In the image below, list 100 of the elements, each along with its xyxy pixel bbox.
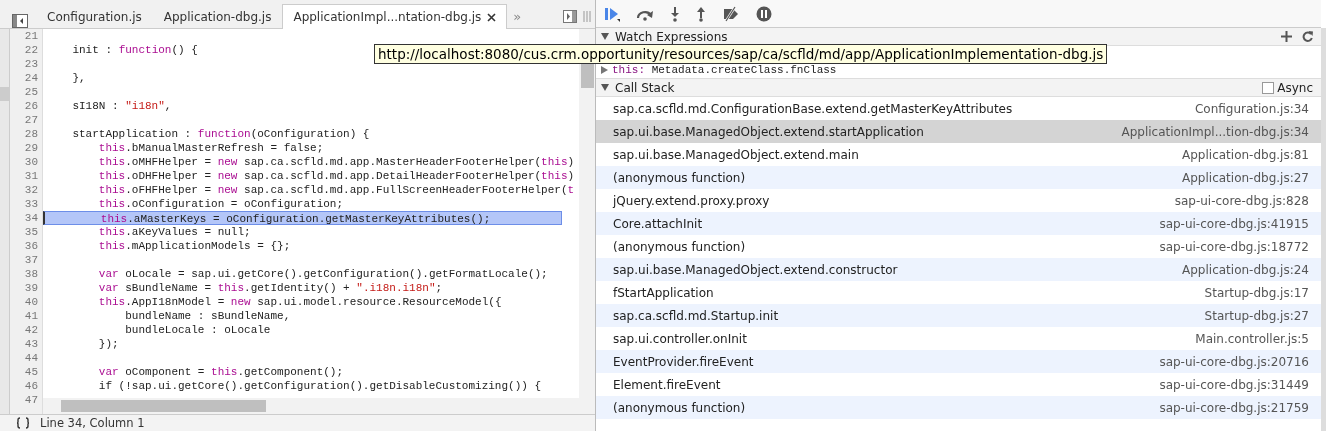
function-name: EventProvider.fireEvent xyxy=(613,354,754,369)
line-number: 27 xyxy=(23,113,39,127)
code-line: bundleName : sBundleName, xyxy=(124,309,292,323)
source-location[interactable]: sap-ui-core-dbg.js:41915 xyxy=(1159,216,1309,231)
call-stack-frame[interactable]: sap.ui.base.ManagedObject.extend.main Application-dbg.js:81 xyxy=(596,143,1321,166)
file-tab[interactable]: Configuration.js xyxy=(36,4,153,28)
code-line: this.mApplicationModels = {}; xyxy=(97,239,292,253)
line-number: 47 xyxy=(23,393,39,407)
line-number: 22 xyxy=(23,43,39,57)
resume-icon[interactable] xyxy=(604,5,620,22)
file-tab[interactable]: ApplicationImpl...ntation-dbg.js xyxy=(282,4,508,29)
source-location[interactable]: Startup-dbg.js:17 xyxy=(1204,285,1309,300)
close-icon[interactable] xyxy=(487,12,497,22)
debugger-toggle-icon[interactable] xyxy=(563,9,577,23)
source-location[interactable]: sap-ui-core-dbg.js:828 xyxy=(1174,193,1309,208)
line-number: 31 xyxy=(23,169,39,183)
function-name: sap.ui.base.ManagedObject.extend.main xyxy=(613,147,859,162)
call-stack-frame[interactable]: (anonymous function) sap-ui-core-dbg.js:18772 xyxy=(596,235,1321,258)
source-location[interactable]: ApplicationImpl...tion-dbg.js:34 xyxy=(1121,124,1309,139)
call-stack-frame[interactable]: Core.attachInit sap-ui-core-dbg.js:41915 xyxy=(596,212,1321,235)
code-line: this.AppI18nModel = new sap.ui.model.resource.ResourceModel({ xyxy=(97,295,503,309)
function-name: sap.ui.controller.onInit xyxy=(613,331,747,346)
pause-icon[interactable] xyxy=(756,5,772,22)
watch-expressions-header[interactable]: Watch Expressions xyxy=(615,29,728,44)
line-number: 28 xyxy=(23,127,39,141)
source-location[interactable]: Application-dbg.js:24 xyxy=(1182,262,1309,277)
call-stack-frame[interactable]: sap.ui.base.ManagedObject.extend.constructor Application-dbg.js:24 xyxy=(596,258,1321,281)
call-stack-header[interactable]: Call Stack xyxy=(615,80,675,95)
line-number: 41 xyxy=(23,309,39,323)
code-line: this.oMHFHelper = new sap.ca.scfld.md.app.MasterHeaderFooterHelper(this) xyxy=(97,155,576,169)
function-name: jQuery.extend.proxy.proxy xyxy=(613,193,770,208)
line-number: 35 xyxy=(23,225,39,239)
line-number: 30 xyxy=(23,155,39,169)
refresh-icon[interactable] xyxy=(1302,31,1313,42)
code-line: startApplication : function(oConfiguration) { xyxy=(71,127,371,141)
source-location[interactable]: sap-ui-core-dbg.js:21759 xyxy=(1159,400,1309,415)
call-stack-frame[interactable]: sap.ca.scfld.md.ConfigurationBase.extend.getMasterKeyAttributes Configuration.js:34 xyxy=(596,97,1321,120)
source-location[interactable]: Startup-dbg.js:27 xyxy=(1204,308,1309,323)
url-tooltip: http://localhost:8080/cus.crm.opportunity/resources/sap/ca/scfld/md/app/ApplicationImplementation-dbg.js xyxy=(374,44,1108,64)
add-icon[interactable] xyxy=(1281,31,1292,42)
async-checkbox[interactable] xyxy=(1262,81,1275,94)
function-name: sap.ui.base.ManagedObject.extend.constructor xyxy=(613,262,898,277)
line-number: 32 xyxy=(23,183,39,197)
call-stack-frame[interactable]: (anonymous function) sap-ui-core-dbg.js:21759 xyxy=(596,396,1321,419)
function-name: (anonymous function) xyxy=(613,239,746,254)
navigator-toggle-icon[interactable] xyxy=(12,14,28,28)
line-number: 39 xyxy=(23,281,39,295)
line-number: 45 xyxy=(23,365,39,379)
code-line: this.aKeyValues = null; xyxy=(97,225,252,239)
line-number: 43 xyxy=(23,337,39,351)
async-label: Async xyxy=(1277,80,1313,95)
source-location[interactable]: sap-ui-core-dbg.js:20716 xyxy=(1159,354,1309,369)
call-stack-frame[interactable]: sap.ca.scfld.md.Startup.init Startup-dbg.js:27 xyxy=(596,304,1321,327)
file-tab[interactable]: Application-dbg.js xyxy=(152,4,283,28)
line-number: 33 xyxy=(23,197,39,211)
collapsed-triangle-icon[interactable] xyxy=(601,66,608,74)
function-name: sap.ca.scfld.md.Startup.init xyxy=(613,308,779,323)
call-stack-frame[interactable]: sap.ui.controller.onInit Main.controller.js:5 xyxy=(596,327,1321,350)
drawer-handle-icon[interactable] xyxy=(583,9,591,23)
source-location[interactable]: Application-dbg.js:81 xyxy=(1182,147,1309,162)
function-name: sap.ui.base.ManagedObject.extend.startApplication xyxy=(613,124,924,139)
line-number: 23 xyxy=(23,57,39,71)
code-line: var oLocale = sap.ui.getCore().getConfiguration().getFormatLocale(); xyxy=(97,267,549,281)
source-location[interactable]: sap-ui-core-dbg.js:31449 xyxy=(1159,377,1309,392)
source-location[interactable]: Application-dbg.js:27 xyxy=(1182,170,1309,185)
horizontal-scrollbar[interactable] xyxy=(43,398,579,414)
function-name: (anonymous function) xyxy=(613,170,746,185)
line-number: 36 xyxy=(23,239,39,253)
source-location[interactable]: Configuration.js:34 xyxy=(1194,101,1309,116)
line-number: 34 xyxy=(23,211,39,225)
vertical-scrollbar[interactable] xyxy=(1321,28,1326,431)
line-number: 25 xyxy=(23,85,39,99)
call-stack-frame[interactable]: sap.ui.base.ManagedObject.extend.startApplication ApplicationImpl...tion-dbg.js:34 xyxy=(596,120,1321,143)
code-line: this.oDHFHelper = new sap.ca.scfld.md.app.DetailHeaderFooterHelper(this) xyxy=(97,169,576,183)
call-stack-frame[interactable]: jQuery.extend.proxy.proxy sap-ui-core-dbg.js:828 xyxy=(596,189,1321,212)
call-stack-frame[interactable]: EventProvider.fireEvent sap-ui-core-dbg.js:20716 xyxy=(596,350,1321,373)
function-name: Core.attachInit xyxy=(613,216,703,231)
line-number: 21 xyxy=(23,29,39,43)
code-line: }, xyxy=(71,71,87,85)
source-location[interactable]: Main.controller.js:5 xyxy=(1195,331,1309,346)
cursor-position: Line 34, Column 1 xyxy=(40,416,145,430)
pretty-print-icon[interactable] xyxy=(16,417,30,429)
scope-variable[interactable]: this: Metadata.createClass.fnClass xyxy=(612,64,837,76)
code-line: this.bManualMasterRefresh = false; xyxy=(97,141,325,155)
source-location[interactable]: sap-ui-core-dbg.js:18772 xyxy=(1159,239,1309,254)
line-number: 46 xyxy=(23,379,39,393)
expand-triangle-icon[interactable] xyxy=(601,84,609,91)
line-number: 42 xyxy=(23,323,39,337)
deactivate-breakpoints-icon[interactable] xyxy=(722,5,740,22)
line-number: 24 xyxy=(23,71,39,85)
line-number: 44 xyxy=(23,351,39,365)
call-stack-frame[interactable]: fStartApplication Startup-dbg.js:17 xyxy=(596,281,1321,304)
line-number: 29 xyxy=(23,141,39,155)
step-out-icon[interactable] xyxy=(696,5,706,22)
step-into-icon[interactable] xyxy=(670,5,680,22)
call-stack-frame[interactable]: (anonymous function) Application-dbg.js:27 xyxy=(596,166,1321,189)
call-stack-frame[interactable]: Element.fireEvent sap-ui-core-dbg.js:31449 xyxy=(596,373,1321,396)
line-number: 38 xyxy=(23,267,39,281)
code-line: var oComponent = this.getComponent(); xyxy=(97,365,345,379)
expand-triangle-icon[interactable] xyxy=(601,33,609,40)
